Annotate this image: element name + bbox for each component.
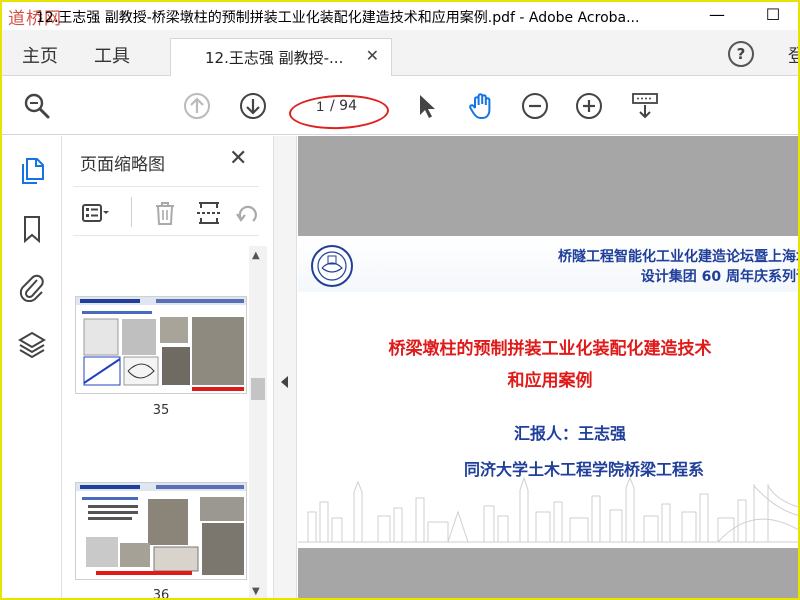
thumbnail-toolbar	[73, 186, 259, 236]
thumbnail-page-label: 36	[152, 588, 170, 600]
scroll-up-arrow-icon[interactable]: ▲	[252, 250, 260, 261]
extract-icon[interactable]	[195, 199, 223, 227]
scroll-down-arrow-icon[interactable]: ▼	[252, 586, 260, 597]
select-arrow-icon[interactable]	[412, 91, 442, 121]
bookmark-icon[interactable]	[17, 214, 47, 244]
thumbnails-scrollbar[interactable]: ▲ ▼	[249, 246, 267, 598]
close-tab-icon[interactable]: ✕	[366, 46, 379, 65]
signin-link[interactable]: 登	[788, 42, 798, 68]
toolbar: / 94	[2, 77, 798, 135]
thumbnails-panel: 页面缩略图 ✕ 35 36 ▲ ▼	[63, 136, 272, 600]
page-thumbnail-image	[76, 483, 246, 575]
talk-title-line1: 桥梁墩柱的预制拼装工业化装配化建造技术	[388, 339, 712, 359]
document-tab-title: 12.王志强 副教授-...	[205, 49, 344, 67]
tab-document[interactable]: 12.王志强 副教授-... ✕	[170, 38, 392, 76]
delete-icon[interactable]	[151, 199, 179, 227]
thumbnail-page-label: 35	[152, 403, 170, 418]
city-skyline-illustration	[298, 476, 798, 543]
conference-title-line2: 设计集团 60 周年庆系列论	[640, 269, 798, 285]
tab-tools[interactable]: 工具	[94, 42, 130, 68]
page-thumbnail[interactable]	[75, 296, 247, 394]
scrollbar-thumb[interactable]	[251, 378, 265, 400]
panel-collapse-bar[interactable]	[273, 136, 297, 598]
page-thumbnail-image	[76, 297, 246, 391]
layers-icon[interactable]	[17, 330, 47, 360]
hand-icon[interactable]	[466, 91, 496, 121]
close-panel-icon[interactable]: ✕	[229, 146, 247, 171]
page-thumbnails-icon[interactable]	[17, 156, 47, 186]
page-thumbnail[interactable]	[75, 482, 247, 580]
collapse-arrow-icon[interactable]	[281, 376, 288, 388]
tab-bar: 主页 工具 12.王志强 副教授-... ✕ ? 登	[2, 30, 798, 76]
keyboard-icon[interactable]	[630, 91, 660, 121]
zoom-out-icon[interactable]	[520, 91, 550, 121]
maximize-button[interactable]: ☐	[758, 4, 788, 26]
slide-header: 桥隧工程智能化工业化建造论坛暨上海城 设计集团 60 周年庆系列论	[298, 236, 798, 292]
tab-home[interactable]: 主页	[22, 42, 58, 68]
title-bar: 道桥网 12.王志强 副教授-桥梁墩柱的预制拼装工业化装配化建造技术和应用案例.…	[2, 2, 798, 30]
toolbar-separator	[131, 197, 132, 227]
panel-title: 页面缩略图	[80, 155, 165, 175]
presenter-name: 汇报人：王志强	[514, 424, 627, 443]
pdf-page: 桥隧工程智能化工业化建造论坛暨上海城 设计集团 60 周年庆系列论 桥梁墩柱的预…	[298, 236, 798, 548]
page-down-icon[interactable]	[238, 91, 268, 121]
navigation-rail	[2, 136, 62, 598]
document-view[interactable]: 桥隧工程智能化工业化建造论坛暨上海城 设计集团 60 周年庆系列论 桥梁墩柱的预…	[298, 136, 798, 598]
page-up-icon[interactable]	[182, 91, 212, 121]
options-icon[interactable]	[81, 199, 109, 227]
attachment-icon[interactable]	[17, 272, 47, 302]
app-window: 道桥网 12.王志强 副教授-桥梁墩柱的预制拼装工业化装配化建造技术和应用案例.…	[0, 0, 800, 600]
talk-title-line2: 和应用案例	[507, 371, 593, 391]
help-button[interactable]: ?	[728, 41, 754, 67]
window-title: 12.王志强 副教授-桥梁墩柱的预制拼装工业化装配化建造技术和应用案例.pdf …	[36, 10, 640, 26]
zoom-in-icon[interactable]	[574, 91, 604, 121]
minimize-button[interactable]: —	[702, 4, 732, 26]
undo-icon[interactable]	[233, 199, 261, 227]
presenter-affiliation: 同济大学土木工程学院桥梁工程系	[464, 460, 705, 479]
search-icon[interactable]	[22, 91, 52, 121]
university-seal-icon	[311, 245, 353, 287]
conference-title-line1: 桥隧工程智能化工业化建造论坛暨上海城	[558, 249, 798, 265]
